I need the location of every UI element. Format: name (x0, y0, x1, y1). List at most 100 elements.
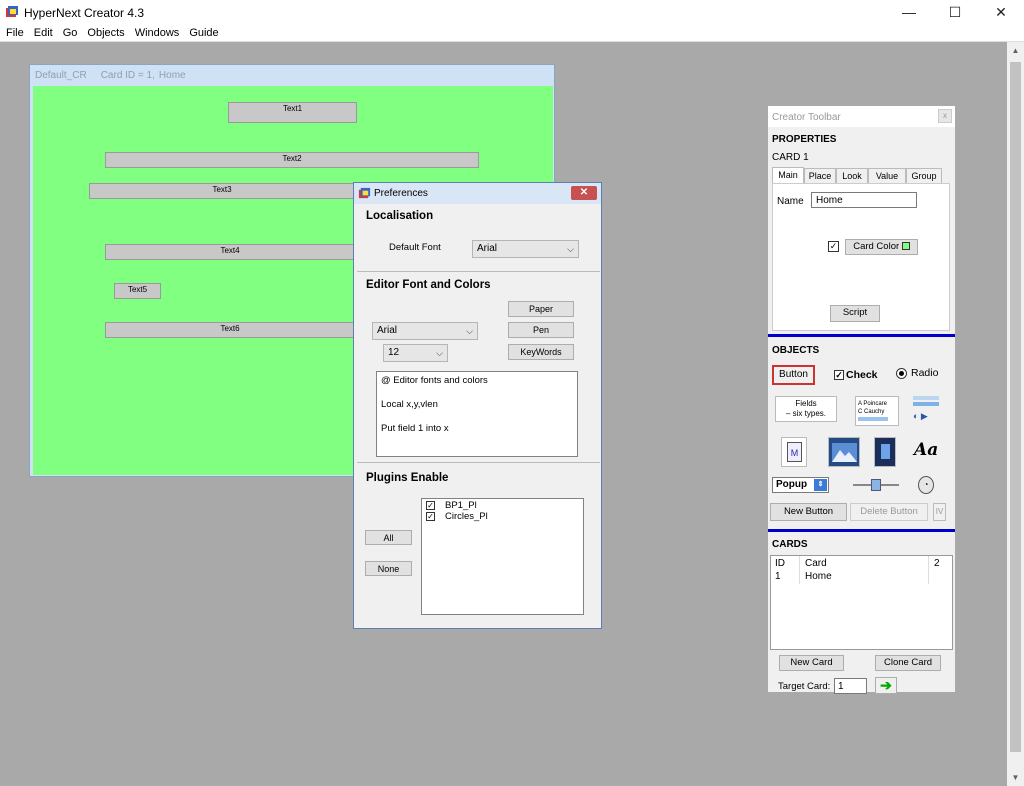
script-button[interactable]: Script (830, 305, 880, 322)
object-picture-tool[interactable] (874, 437, 896, 467)
menu-objects[interactable]: Objects (87, 25, 124, 39)
text-field-3[interactable]: Text3 (89, 183, 355, 199)
checkbox-checked-icon[interactable]: ✓ (426, 500, 435, 510)
target-card-input[interactable] (834, 678, 867, 694)
properties-heading: PROPERTIES (772, 134, 837, 145)
preferences-titlebar: Preferences ✕ (354, 183, 601, 204)
iv-button[interactable]: IV (933, 503, 946, 521)
card-color-button[interactable]: Card Color (845, 239, 918, 255)
default-font-select[interactable]: Arial ⌵ (472, 240, 579, 258)
tab-place[interactable]: Place (804, 168, 836, 183)
object-popup-tool[interactable]: Popup ⇕ (772, 477, 829, 493)
column-header-card: Card (805, 558, 827, 569)
object-fields-tool[interactable]: Fields – six types. (775, 396, 837, 422)
object-image-tool[interactable] (828, 437, 860, 467)
vertical-scrollbar[interactable]: ▲ ▼ (1007, 42, 1024, 786)
divider (357, 462, 600, 463)
preferences-dialog: Preferences ✕ Localisation Default Font … (353, 182, 602, 629)
tab-value[interactable]: Value (868, 168, 906, 183)
card-color-checkbox[interactable]: ✓ (828, 241, 839, 252)
creator-toolbar: Creator Toolbar x PROPERTIES CARD 1 Main… (767, 105, 956, 694)
list-item[interactable]: ✓ BP1_Pl (426, 500, 579, 511)
column-header-id: ID (775, 558, 785, 569)
menu-file[interactable]: File (6, 25, 24, 39)
object-timer-tool[interactable]: ◔ (918, 476, 934, 494)
plugin-name: BP1_Pl (445, 500, 477, 511)
card-window-title: Default_CR Card ID = 1, Home (35, 70, 200, 81)
text-field-6[interactable]: Text6 (105, 322, 355, 338)
minimize-button[interactable]: — (886, 0, 932, 25)
editor-size-select[interactable]: 12 ⌵ (383, 344, 448, 362)
object-slider-tool[interactable] (853, 479, 899, 491)
plugins-heading: Plugins Enable (366, 472, 449, 484)
chevron-down-icon: ⌵ (436, 348, 443, 358)
object-list-tool[interactable]: A Poincare C Cauchy (855, 396, 899, 426)
maximize-button[interactable]: ☐ (932, 0, 978, 25)
cards-table: ID Card 2 1 Home (770, 555, 953, 650)
object-check-tool[interactable]: ✓ Check (834, 369, 878, 381)
table-row[interactable]: 1 Home (771, 570, 952, 584)
movie-icon: M (787, 442, 802, 462)
preferences-title: Preferences (374, 188, 428, 199)
fields-line1: Fields (795, 399, 817, 408)
editor-font-value: Arial (377, 325, 398, 336)
text-field-2[interactable]: Text2 (105, 152, 479, 168)
keywords-button[interactable]: KeyWords (508, 344, 574, 360)
font-icon[interactable]: Aa (914, 440, 938, 460)
list-item[interactable]: ✓ Circles_Pl (426, 511, 579, 522)
close-icon[interactable]: x (938, 109, 952, 123)
tab-look[interactable]: Look (836, 168, 868, 183)
app-icon (358, 187, 371, 199)
tab-main[interactable]: Main (772, 167, 804, 184)
object-scroller-tool[interactable]: ◐ ▶ (913, 393, 939, 427)
pen-button[interactable]: Pen (508, 322, 574, 338)
radio-label: Radio (911, 367, 939, 379)
text-field-5[interactable]: Text5 (114, 283, 161, 299)
delete-button-button[interactable]: Delete Button (850, 503, 928, 521)
picture-icon (881, 444, 890, 459)
close-icon[interactable]: ✕ (571, 186, 597, 200)
preview-line: @ Editor fonts and colors (381, 375, 488, 386)
properties-panel: Name ✓ Card Color Script (772, 183, 950, 331)
toolbar-titlebar: Creator Toolbar x (768, 106, 955, 127)
editor-heading: Editor Font and Colors (366, 279, 491, 291)
none-button[interactable]: None (365, 561, 412, 576)
table-cell-id: 1 (775, 571, 781, 582)
list-row: C Cauchy (858, 409, 885, 415)
tab-group[interactable]: Group (906, 168, 942, 183)
name-input[interactable] (811, 192, 917, 208)
default-font-label: Default Font (389, 242, 441, 253)
text-field-1[interactable]: Text1 (228, 102, 357, 123)
menu-guide[interactable]: Guide (189, 25, 218, 39)
new-button-button[interactable]: New Button (770, 503, 847, 521)
app-titlebar: HyperNext Creator 4.3 — ☐ ✕ (0, 0, 1024, 25)
card-name: Home (158, 70, 186, 81)
scroll-down-icon[interactable]: ▼ (1007, 769, 1024, 786)
object-movie-tool[interactable]: M (781, 437, 807, 467)
go-arrow-icon[interactable]: ➔ (875, 677, 897, 694)
close-button[interactable]: ✕ (978, 0, 1024, 25)
localisation-heading: Localisation (366, 210, 434, 222)
stack-name: Default_CR (35, 70, 87, 81)
menu-windows[interactable]: Windows (135, 25, 180, 39)
menu-go[interactable]: Go (63, 25, 78, 39)
chevron-down-icon: ⌵ (466, 326, 473, 336)
menu-edit[interactable]: Edit (34, 25, 53, 39)
clone-card-button[interactable]: Clone Card (875, 655, 941, 671)
table-header-row: ID Card 2 (771, 556, 952, 584)
scroll-up-icon[interactable]: ▲ (1007, 42, 1024, 59)
checkbox-checked-icon[interactable]: ✓ (426, 511, 435, 521)
table-cell-card: Home (805, 571, 832, 582)
cards-heading: CARDS (772, 539, 808, 550)
editor-font-select[interactable]: Arial ⌵ (372, 322, 478, 340)
stopwatch-icon: ◔ (923, 480, 929, 489)
object-button-tool[interactable]: Button (772, 365, 815, 385)
scroll-thumb[interactable] (1010, 62, 1021, 752)
all-button[interactable]: All (365, 530, 412, 545)
color-swatch-icon (901, 242, 910, 251)
paper-button[interactable]: Paper (508, 301, 574, 317)
text-field-4[interactable]: Text4 (105, 244, 355, 260)
editor-size-value: 12 (388, 347, 400, 358)
new-card-button[interactable]: New Card (779, 655, 844, 671)
object-radio-tool[interactable]: Radio (896, 367, 938, 379)
